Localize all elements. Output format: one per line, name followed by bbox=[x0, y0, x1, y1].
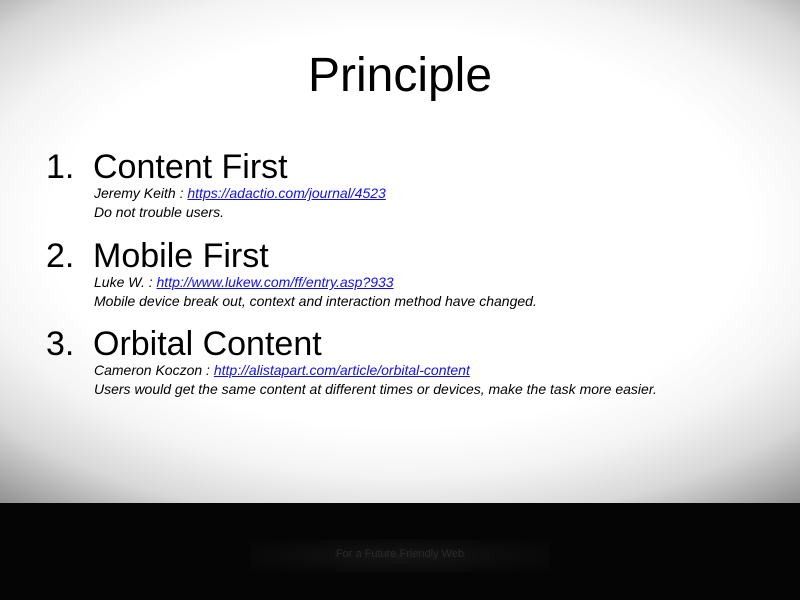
item-description: Mobile device break out, context and int… bbox=[94, 293, 537, 309]
item-number: 1. bbox=[46, 148, 75, 186]
reference-author: Jeremy Keith : bbox=[94, 185, 188, 201]
reference-author: Cameron Koczon : bbox=[94, 362, 214, 378]
item-heading: 3. Orbital Content bbox=[0, 324, 800, 364]
slide-body: Principle 1. Content First Jeremy Keith … bbox=[0, 0, 800, 503]
reference-line: Cameron Koczon : http://alistapart.com/a… bbox=[94, 361, 784, 380]
slide: Principle 1. Content First Jeremy Keith … bbox=[0, 0, 800, 600]
reference-link[interactable]: http://www.lukew.com/ff/entry.asp?933 bbox=[157, 274, 394, 290]
principle-item-orbital-content: 3. Orbital Content Cameron Koczon : http… bbox=[0, 324, 800, 397]
reference-link[interactable]: https://adactio.com/journal/4523 bbox=[187, 185, 385, 201]
slide-title: Principle bbox=[307, 49, 493, 102]
principle-item-content-first: 1. Content First Jeremy Keith : https://… bbox=[0, 147, 800, 220]
item-details: Jeremy Keith : https://adactio.com/journ… bbox=[94, 184, 784, 222]
item-number: 2. bbox=[46, 237, 75, 275]
item-heading: 1. Content First bbox=[0, 147, 800, 187]
item-heading: 2. Mobile First bbox=[0, 236, 800, 276]
item-description: Users would get the same content at diff… bbox=[94, 381, 657, 397]
item-title: Content First bbox=[93, 148, 288, 186]
item-details: Cameron Koczon : http://alistapart.com/a… bbox=[94, 361, 784, 399]
item-details: Luke W. : http://www.lukew.com/ff/entry.… bbox=[94, 273, 784, 311]
footer-text: For a Future Friendly Web bbox=[335, 548, 465, 560]
item-title: Orbital Content bbox=[93, 325, 322, 363]
reference-author: Luke W. : bbox=[94, 274, 157, 290]
item-description: Do not trouble users. bbox=[94, 204, 224, 220]
item-title: Mobile First bbox=[93, 237, 269, 275]
reference-link[interactable]: http://alistapart.com/article/orbital-co… bbox=[214, 362, 470, 378]
principle-item-mobile-first: 2. Mobile First Luke W. : http://www.luk… bbox=[0, 236, 800, 309]
item-number: 3. bbox=[46, 325, 75, 363]
reference-line: Luke W. : http://www.lukew.com/ff/entry.… bbox=[94, 273, 784, 292]
slide-footer: For a Future Friendly Web bbox=[0, 503, 800, 600]
reference-line: Jeremy Keith : https://adactio.com/journ… bbox=[94, 184, 784, 203]
